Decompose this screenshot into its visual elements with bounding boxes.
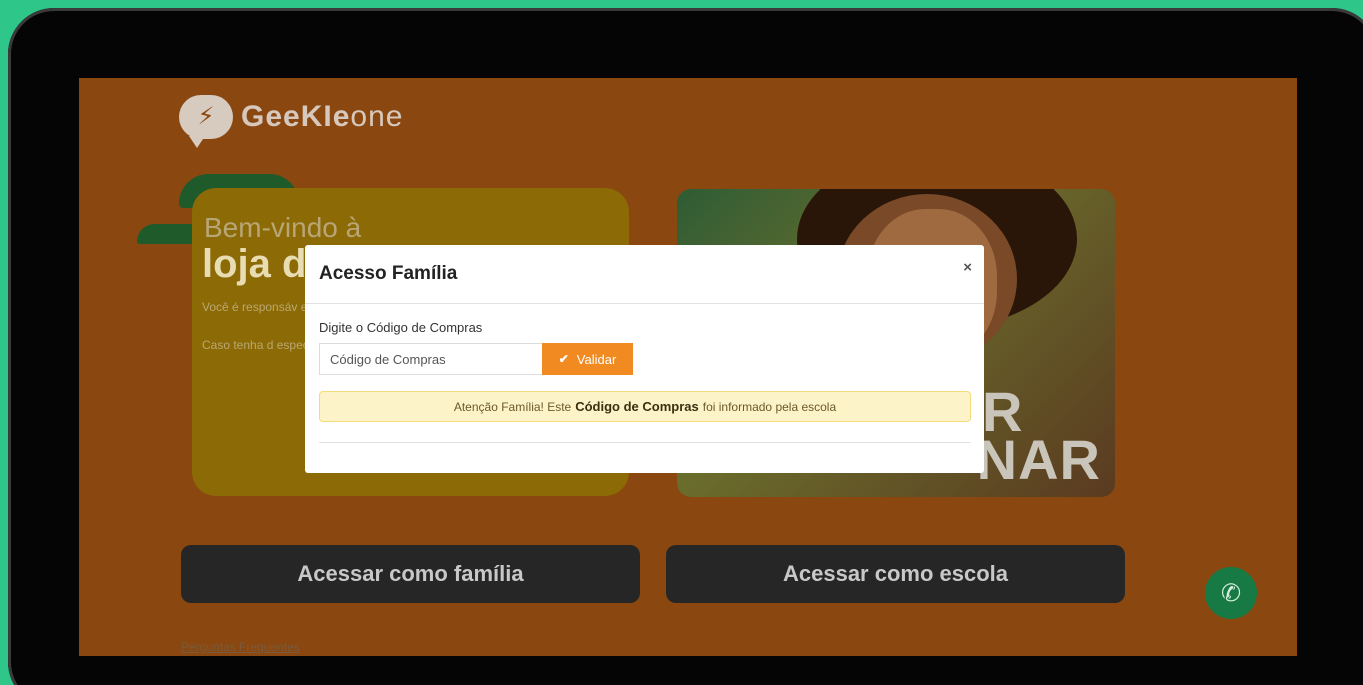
alert-suffix: foi informado pela escola: [702, 399, 837, 414]
modal-body: Digite o Código de Compras ✔ Validar Ate…: [305, 304, 984, 459]
faq-link[interactable]: Perguntas Frequentes: [181, 640, 300, 654]
access-family-button[interactable]: Acessar como família: [181, 545, 640, 603]
welcome-subtitle: Bem-vindo à: [204, 212, 362, 243]
whatsapp-icon: ✆: [1220, 579, 1242, 607]
whatsapp-button[interactable]: ✆: [1205, 567, 1257, 619]
family-alert: Atenção Família! Este Código de Compras …: [319, 391, 971, 422]
alert-bold: Código de Compras: [575, 399, 699, 414]
close-icon[interactable]: ×: [963, 259, 972, 276]
purchase-code-input[interactable]: [319, 343, 542, 375]
access-school-button[interactable]: Acessar como escola: [666, 545, 1125, 603]
hero-text-2: NAR: [976, 428, 1101, 491]
check-badge-icon: ✔: [558, 352, 569, 366]
alert-prefix: Atenção Família! Este: [453, 399, 572, 414]
family-access-modal: Acesso Família × Digite o Código de Comp…: [305, 245, 984, 473]
bolt-icon: ⚡: [179, 95, 233, 148]
validate-label: Validar: [576, 351, 617, 367]
validate-button[interactable]: ✔ Validar: [542, 343, 633, 375]
logo-text: GeeKIeone: [241, 100, 404, 133]
purchase-code-label: Digite o Código de Compras: [319, 320, 483, 335]
modal-divider: [319, 442, 971, 443]
geekie-logo: ⚡ GeeKIeone: [179, 95, 404, 148]
purchase-code-row: ✔ Validar: [319, 343, 970, 375]
modal-header: Acesso Família ×: [305, 245, 984, 304]
modal-title: Acesso Família: [319, 263, 458, 284]
